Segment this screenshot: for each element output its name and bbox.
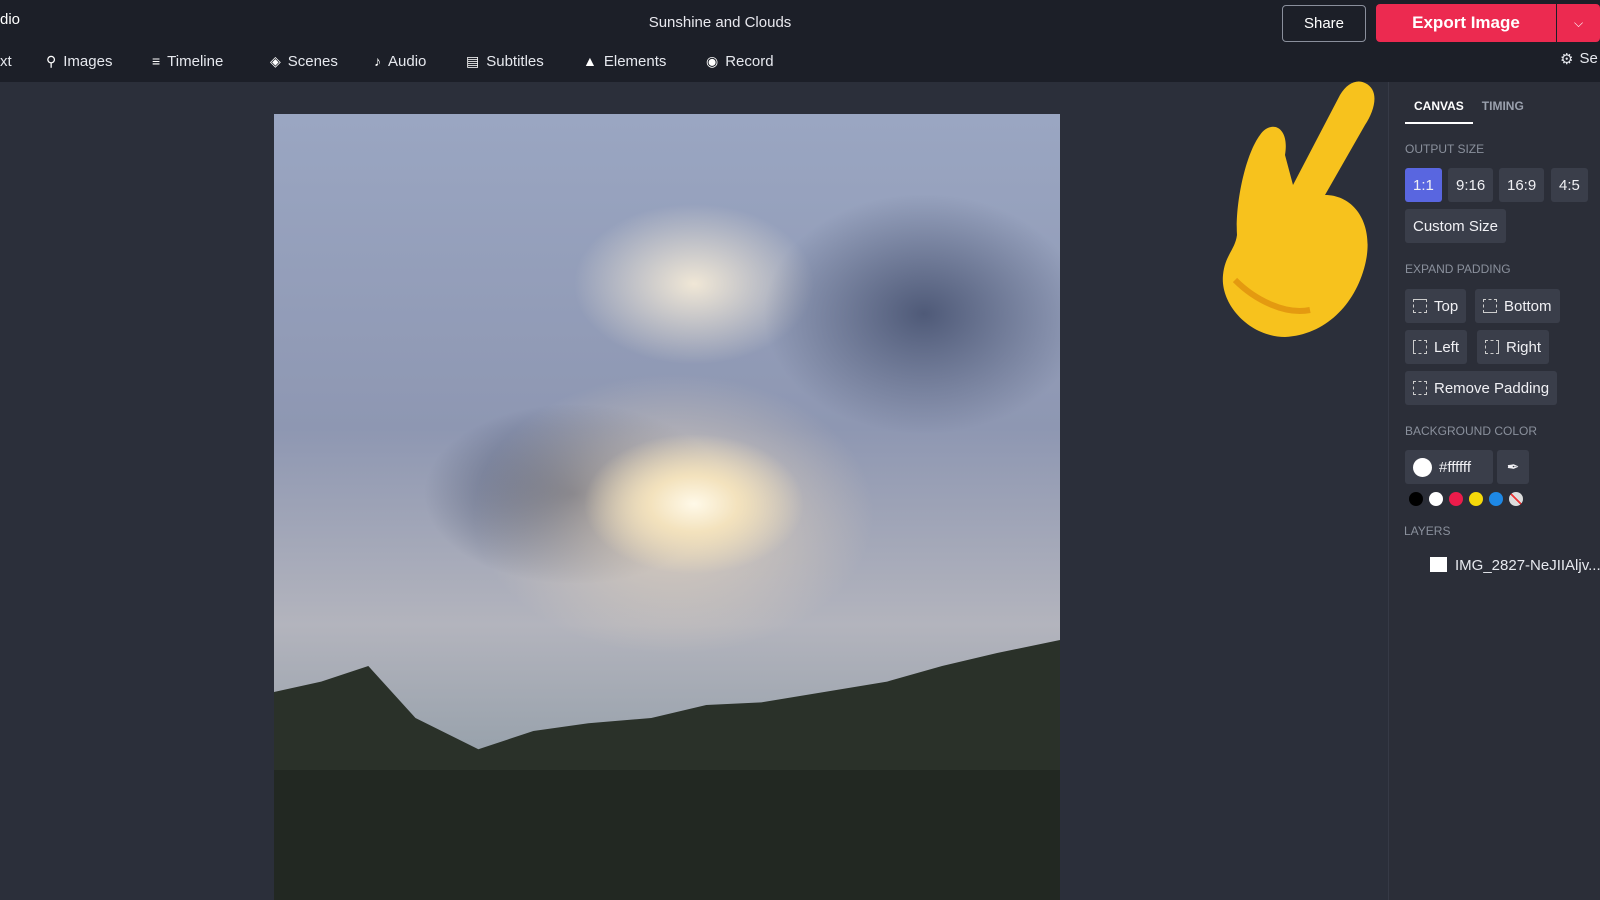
eyedropper-button[interactable]: ✒ bbox=[1497, 450, 1529, 484]
layers-icon: ◈ bbox=[270, 52, 281, 69]
properties-panel: CANVAS TIMING OUTPUT SIZE 1:1 9:16 16:9 … bbox=[1388, 82, 1600, 900]
swatch-white[interactable] bbox=[1429, 492, 1443, 506]
nav-text[interactable]: xt bbox=[0, 53, 12, 70]
gear-icon: ⚙ bbox=[1560, 51, 1574, 68]
pad-right-button[interactable]: Right bbox=[1477, 330, 1550, 364]
pad-bottom-icon bbox=[1483, 299, 1497, 313]
layers-label: LAYERS bbox=[1404, 524, 1451, 538]
image-icon bbox=[1430, 557, 1447, 572]
expand-padding-label: EXPAND PADDING bbox=[1405, 262, 1511, 276]
nav-label: Elements bbox=[603, 52, 667, 70]
swatch-yellow[interactable] bbox=[1469, 492, 1483, 506]
eyedropper-icon: ✒ bbox=[1506, 459, 1520, 476]
output-size-label: OUTPUT SIZE bbox=[1405, 142, 1485, 156]
pointing-hand-icon bbox=[1222, 81, 1375, 337]
timeline-icon: ≡ bbox=[152, 53, 161, 69]
swatch-transparent[interactable] bbox=[1509, 492, 1523, 506]
swatch-black[interactable] bbox=[1409, 492, 1423, 506]
export-dropdown-chevron-icon[interactable]: ⌵ bbox=[1557, 4, 1600, 42]
custom-size-button[interactable]: Custom Size bbox=[1405, 209, 1507, 243]
export-image-button[interactable]: Export Image bbox=[1376, 4, 1556, 42]
nav-label: Record bbox=[725, 52, 774, 70]
share-button[interactable]: Share bbox=[1282, 5, 1366, 42]
canvas-image[interactable] bbox=[274, 114, 1060, 900]
remove-padding-button[interactable]: Remove Padding bbox=[1405, 371, 1558, 405]
nav-elements[interactable]: ▲ Elements bbox=[583, 53, 666, 70]
trees-shadow bbox=[274, 770, 1060, 900]
size-16-9-button[interactable]: 16:9 bbox=[1499, 168, 1545, 202]
btn-label: Bottom bbox=[1504, 297, 1552, 315]
shapes-icon: ▲ bbox=[583, 53, 597, 69]
color-preview bbox=[1413, 457, 1432, 477]
pad-right-icon bbox=[1485, 340, 1499, 354]
swatch-blue[interactable] bbox=[1489, 492, 1503, 506]
top-bar: dio Sunshine and Clouds Share Export Ima… bbox=[0, 0, 1600, 82]
swatch-red[interactable] bbox=[1449, 492, 1463, 506]
size-9-16-button[interactable]: 9:16 bbox=[1448, 168, 1494, 202]
nav-scenes[interactable]: ◈ Scenes bbox=[270, 53, 338, 70]
size-4-5-button[interactable]: 4:5 bbox=[1551, 168, 1588, 202]
nav-label: Subtitles bbox=[486, 52, 544, 70]
settings-label: Se bbox=[1579, 50, 1598, 67]
pad-bottom-button[interactable]: Bottom bbox=[1475, 289, 1560, 323]
pad-left-button[interactable]: Left bbox=[1405, 330, 1468, 364]
nav-images[interactable]: ⚲ Images bbox=[46, 53, 112, 70]
color-value: #ffffff bbox=[1439, 458, 1471, 476]
background-color-label: BACKGROUND COLOR bbox=[1405, 424, 1538, 438]
nav-subtitles[interactable]: ▤ Subtitles bbox=[466, 53, 544, 70]
record-icon: ◉ bbox=[706, 52, 719, 69]
btn-label: Top bbox=[1434, 297, 1459, 315]
size-1-1-button[interactable]: 1:1 bbox=[1405, 168, 1442, 202]
pad-top-icon bbox=[1413, 299, 1427, 313]
search-icon: ⚲ bbox=[46, 52, 57, 69]
nav-label: xt bbox=[0, 52, 12, 70]
subtitles-icon: ▤ bbox=[466, 52, 480, 69]
nav-label: Audio bbox=[388, 52, 427, 70]
layer-name: IMG_2827-NeJIIAljv... bbox=[1455, 557, 1600, 574]
nav-label: Images bbox=[63, 52, 113, 70]
project-title[interactable]: Sunshine and Clouds bbox=[0, 14, 1440, 31]
nav-timeline[interactable]: ≡ Timeline bbox=[152, 53, 223, 70]
btn-label: Left bbox=[1434, 338, 1460, 356]
btn-label: Remove Padding bbox=[1434, 379, 1550, 397]
nav-label: Timeline bbox=[167, 52, 224, 70]
pad-left-icon bbox=[1413, 340, 1427, 354]
nav-audio[interactable]: ♪ Audio bbox=[374, 53, 426, 70]
padding-icon bbox=[1413, 381, 1427, 395]
layer-item[interactable]: IMG_2827-NeJIIAljv... bbox=[1430, 557, 1600, 574]
tab-timing[interactable]: TIMING bbox=[1473, 99, 1533, 124]
pad-top-button[interactable]: Top bbox=[1405, 289, 1467, 323]
background-color-input[interactable]: #ffffff bbox=[1405, 450, 1493, 484]
btn-label: Right bbox=[1506, 338, 1542, 356]
settings-button[interactable]: ⚙ Se bbox=[1560, 50, 1598, 68]
nav-label: Scenes bbox=[287, 52, 338, 70]
nav-record[interactable]: ◉ Record bbox=[706, 53, 774, 70]
music-note-icon: ♪ bbox=[374, 53, 381, 69]
tab-canvas[interactable]: CANVAS bbox=[1405, 99, 1473, 124]
